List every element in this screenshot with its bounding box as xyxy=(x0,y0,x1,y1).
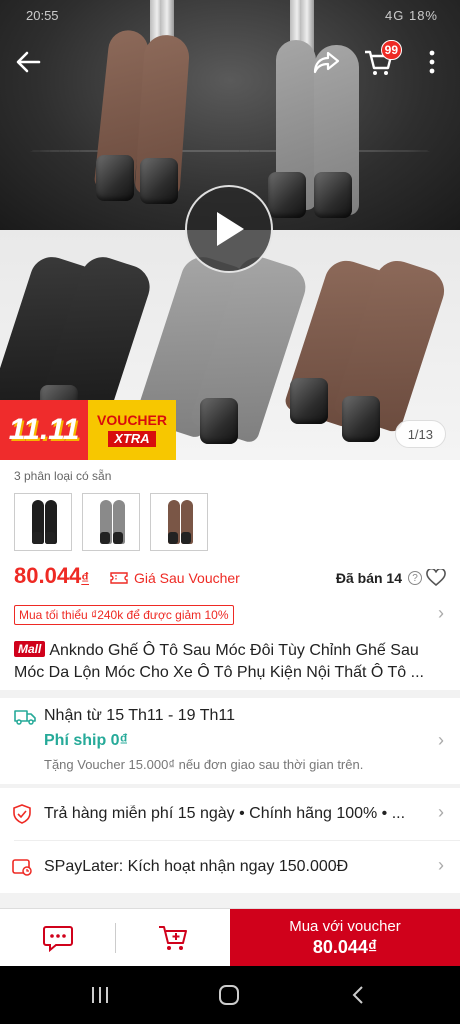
home-button[interactable] xyxy=(199,980,259,1010)
arrow-left-icon xyxy=(16,51,41,73)
guarantee-row[interactable]: Trả hàng miễn phí 15 ngày • Chính hãng 1… xyxy=(0,788,460,840)
play-video-button[interactable] xyxy=(185,185,273,273)
buy-button-label: Mua với voucher xyxy=(289,918,401,935)
shipping-truck-icon xyxy=(14,709,36,730)
mall-badge: Mall xyxy=(14,641,46,657)
cart-count-badge: 99 xyxy=(380,40,402,60)
system-navigation-bar xyxy=(0,966,460,1024)
product-title-text: Ankndo Ghế Ô Tô Sau Móc Đôi Tùy Chỉnh Gh… xyxy=(14,642,424,681)
promo-voucher-label: VOUCHER xyxy=(96,412,167,429)
shield-check-icon xyxy=(13,804,31,824)
variant-thumb-black[interactable] xyxy=(14,493,72,551)
guarantee-text: Trả hàng miễn phí 15 ngày • Chính hãng 1… xyxy=(44,805,406,822)
cart-button[interactable]: 99 xyxy=(358,40,402,82)
add-to-cart-button[interactable] xyxy=(116,909,230,967)
home-icon xyxy=(219,985,239,1005)
chat-icon xyxy=(42,926,73,952)
spaylater-row[interactable]: SPayLater: Kích hoạt nhận ngay 150.000Đ xyxy=(0,841,460,893)
play-icon xyxy=(217,212,244,246)
section-divider xyxy=(0,690,460,698)
variant-thumb-grey[interactable] xyxy=(82,493,140,551)
favorite-button[interactable] xyxy=(426,567,446,592)
add-to-cart-icon xyxy=(159,926,187,950)
voucher-ticket-icon xyxy=(110,572,128,584)
chevron-right-icon[interactable]: › xyxy=(438,603,444,624)
min-order-discount-tag[interactable]: Mua tối thiểu ₫240k để được giảm 10% xyxy=(14,605,234,625)
voucher-price-label: Giá Sau Voucher xyxy=(134,570,240,586)
system-back-button[interactable] xyxy=(328,980,388,1010)
buy-button-price: 80.044₫ xyxy=(312,937,378,957)
buy-with-voucher-button[interactable]: Mua với voucher 80.044₫ xyxy=(230,909,460,967)
spaylater-icon xyxy=(12,859,32,876)
variant-thumb-brown[interactable] xyxy=(150,493,208,551)
section-divider xyxy=(0,893,460,908)
chat-button[interactable] xyxy=(0,909,115,967)
recent-apps-button[interactable] xyxy=(70,980,130,1010)
sold-count-text: Đã bán 14 xyxy=(335,570,402,586)
more-vertical-icon xyxy=(429,50,435,74)
bottom-action-bar: Mua với voucher 80.044₫ xyxy=(0,908,460,967)
recent-apps-icon xyxy=(92,987,108,1003)
guarantee-chevron-icon[interactable]: › xyxy=(438,802,444,823)
sold-count: Đã bán 14 ? xyxy=(336,570,422,586)
shipping-voucher-note: Tặng Voucher 15.000₫ nếu đơn giao sau th… xyxy=(44,757,364,772)
delivery-date: Nhận từ 15 Th11 - 19 Th11 xyxy=(44,707,235,724)
status-time: 20:55 xyxy=(26,8,59,23)
status-indicators: 4G 18% xyxy=(385,8,438,23)
status-bar: 20:55 4G 18% xyxy=(0,0,460,30)
image-counter: 1/13 xyxy=(394,420,446,448)
product-price: 80.044₫ xyxy=(14,563,89,589)
share-icon xyxy=(313,51,340,74)
spaylater-chevron-icon[interactable]: › xyxy=(438,855,444,876)
price-currency: ₫ xyxy=(81,570,89,587)
spaylater-text: SPayLater: Kích hoạt nhận ngay 150.000Đ xyxy=(44,858,349,875)
more-options-button[interactable] xyxy=(412,42,452,82)
promo-banner-1111: 11.11 VOUCHER XTRA xyxy=(0,400,176,460)
chevron-left-icon xyxy=(352,986,363,1004)
voucher-price-tag: Giá Sau Voucher xyxy=(110,570,240,586)
back-button[interactable] xyxy=(8,42,48,82)
variant-thumbnails xyxy=(14,493,208,551)
variant-count-label: 3 phân loại có sẵn xyxy=(14,469,112,483)
help-icon[interactable]: ? xyxy=(408,571,422,585)
shipping-fee: Phí ship 0₫ xyxy=(44,732,128,749)
shipping-chevron-icon[interactable]: › xyxy=(438,730,444,751)
share-button[interactable] xyxy=(306,42,346,82)
heart-icon xyxy=(426,567,446,587)
promo-1111-label: 11.11 xyxy=(0,400,88,460)
price-value: 80.044 xyxy=(14,563,82,588)
promo-xtra-label: XTRA xyxy=(108,430,156,447)
product-title: Mall Ankndo Ghế Ô Tô Sau Móc Đôi Tùy Chỉn… xyxy=(14,640,450,684)
